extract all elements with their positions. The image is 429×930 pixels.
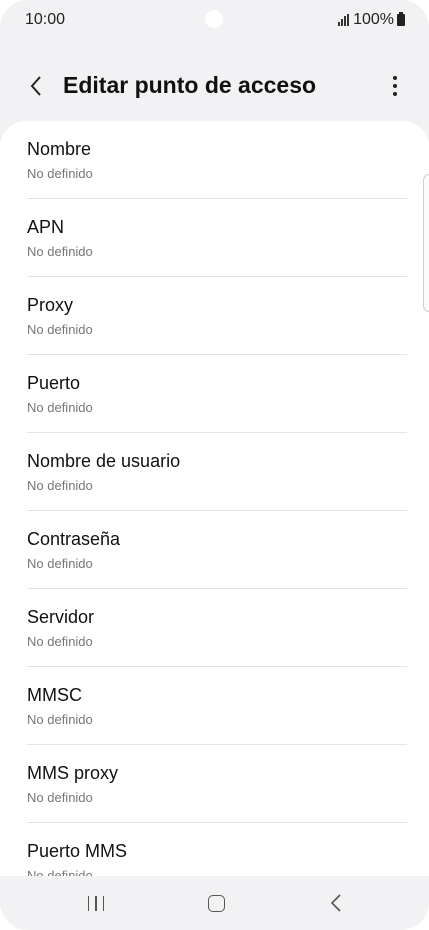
item-value: No definido xyxy=(27,322,93,337)
list-item-proxy[interactable]: Proxy No definido xyxy=(0,277,429,355)
recents-icon xyxy=(87,895,90,911)
item-title: Contraseña xyxy=(27,529,121,549)
phone-screen: 10:00 100% Editar punto de acceso Nombre… xyxy=(0,0,429,930)
item-value: No definido xyxy=(27,868,93,876)
list-item-puerto[interactable]: Puerto No definido xyxy=(0,355,429,433)
camera-cutout xyxy=(205,10,223,28)
list-item-nombre[interactable]: Nombre No definido xyxy=(0,121,429,199)
battery-icon xyxy=(397,12,405,26)
list-item-apn[interactable]: APN No definido xyxy=(0,199,429,277)
item-value: No definido xyxy=(27,478,93,493)
page-title: Editar punto de acceso xyxy=(63,72,317,98)
list-item-servidor[interactable]: Servidor No definido xyxy=(0,589,429,667)
scrollbar[interactable] xyxy=(423,174,429,312)
item-title: MMSC xyxy=(27,685,82,705)
app-bar: Editar punto de acceso xyxy=(0,60,429,112)
item-value: No definido xyxy=(27,400,93,415)
signal-icon xyxy=(338,14,350,26)
back-button[interactable] xyxy=(20,68,52,104)
item-value: No definido xyxy=(27,166,93,181)
more-vertical-icon xyxy=(393,76,397,80)
item-title: Puerto xyxy=(27,373,81,393)
item-title: MMS proxy xyxy=(27,763,119,783)
list-item-mmsc[interactable]: MMSC No definido xyxy=(0,667,429,745)
chevron-left-icon xyxy=(30,76,41,96)
settings-list: Nombre No definido APN No definido Proxy… xyxy=(0,121,429,876)
back-icon xyxy=(330,894,341,912)
item-value: No definido xyxy=(27,244,93,259)
battery-percent: 100% xyxy=(353,11,394,28)
status-time: 10:00 xyxy=(25,11,66,28)
navigation-bar xyxy=(0,876,429,930)
item-value: No definido xyxy=(27,634,93,649)
item-title: Puerto MMS xyxy=(27,841,128,861)
item-title: Nombre xyxy=(27,139,92,159)
more-options-button[interactable] xyxy=(383,68,407,104)
home-button[interactable] xyxy=(186,884,246,922)
item-title: APN xyxy=(27,217,65,237)
status-bar: 10:00 100% xyxy=(0,0,429,44)
item-title: Proxy xyxy=(27,295,74,315)
nav-back-button[interactable] xyxy=(306,884,366,922)
list-item-contrasena[interactable]: Contraseña No definido xyxy=(0,511,429,589)
list-item-mms-proxy[interactable]: MMS proxy No definido xyxy=(0,745,429,823)
recents-button[interactable] xyxy=(66,884,126,922)
status-icons: 100% xyxy=(338,11,405,29)
item-title: Servidor xyxy=(27,607,95,627)
list-item-puerto-mms[interactable]: Puerto MMS No definido xyxy=(0,823,429,876)
item-value: No definido xyxy=(27,790,93,805)
home-icon xyxy=(207,894,225,912)
list-item-nombre-de-usuario[interactable]: Nombre de usuario No definido xyxy=(0,433,429,511)
item-value: No definido xyxy=(27,556,93,571)
item-value: No definido xyxy=(27,712,93,727)
item-title: Nombre de usuario xyxy=(27,451,181,471)
